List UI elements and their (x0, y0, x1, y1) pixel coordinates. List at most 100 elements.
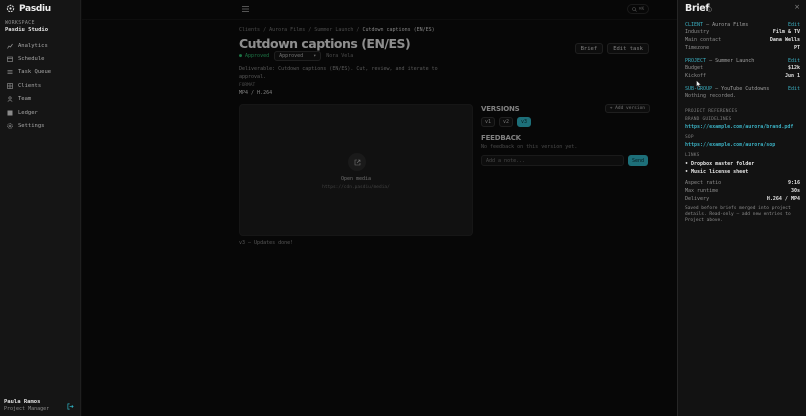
version-chip-v2[interactable]: v2 (499, 117, 513, 127)
user-profile[interactable]: Paula Ramos Project Manager (4, 399, 76, 413)
brief-row: Timezone PT (685, 44, 800, 52)
row-value: $12k (787, 65, 800, 71)
brief-row: Max runtime 30s (685, 187, 800, 195)
format-value: MP4 / H.264 (239, 90, 273, 96)
sidebar-item-label: Settings (18, 123, 45, 130)
brief-header: Brief × (685, 0, 800, 18)
version-chip-v1[interactable]: v1 (481, 117, 495, 127)
status-select[interactable]: Approved ▾ (274, 51, 322, 61)
version-chip-v3[interactable]: v3 (517, 117, 531, 127)
edit-client-link[interactable]: Edit (788, 22, 800, 28)
sop-label: SOP (685, 135, 694, 140)
note-input[interactable] (481, 155, 624, 166)
row-label: Delivery (685, 196, 710, 202)
versions-heading: VERSIONS (481, 105, 520, 113)
row-label: Industry (685, 29, 710, 35)
breadcrumb-item[interactable]: Clients (239, 27, 260, 33)
client-key: CLIENT (685, 21, 704, 28)
sidebar-item-ledger[interactable]: Ledger (0, 106, 80, 119)
sidebar-item-clients[interactable]: Clients (0, 79, 80, 92)
row-label: Timezone (685, 45, 710, 51)
breadcrumb-item[interactable]: Summer Launch (314, 27, 353, 33)
ledger-icon (7, 110, 13, 116)
external-link-icon (354, 159, 360, 165)
row-label: Main contact (685, 37, 722, 43)
format-label: FORMAT (239, 83, 256, 88)
breadcrumb-current: Cutdown captions (EN/ES) (362, 27, 435, 33)
breadcrumb-item[interactable]: Aurora Films (269, 27, 305, 33)
users-icon (7, 96, 13, 102)
logout-icon[interactable] (67, 403, 74, 410)
subgroup-section-header: SUB-GROUP — YouTube Cutdowns Edit (685, 85, 800, 92)
sidebar-item-analytics[interactable]: Analytics (0, 39, 80, 52)
row-label: Max runtime (685, 188, 719, 194)
status-select-value: Approved (279, 53, 304, 59)
edit-subgroup-link[interactable]: Edit (788, 86, 800, 92)
row-value: H.264 / MP4 (766, 196, 800, 202)
link-item[interactable]: • Dropbox master folder (685, 160, 800, 168)
brand-guidelines-link[interactable]: https://example.com/aurora/brand.pdf (685, 124, 800, 131)
row-value: Dana Wells (769, 37, 800, 43)
link-item[interactable]: • Music license sheet (685, 168, 800, 176)
brand[interactable]: Pasdiu (0, 0, 80, 17)
page-title: Cutdown captions (EN/ES) (239, 36, 411, 51)
open-media-button[interactable] (348, 153, 366, 171)
row-value: Jun 1 (784, 73, 800, 79)
version-note: v3 — Updates done! (239, 240, 294, 246)
edit-project-link[interactable]: Edit (788, 58, 800, 64)
search-button[interactable]: ⌘K (627, 4, 649, 14)
brief-panel: Brief × CLIENT — Aurora Films Edit Indus… (677, 0, 806, 416)
row-label: Budget (685, 65, 704, 71)
sop-link[interactable]: https://example.com/aurora/sop (685, 142, 800, 149)
workspace-name[interactable]: Pasdiu Studio (0, 26, 80, 37)
menu-icon[interactable] (242, 6, 249, 12)
media-url: https://cdn.pasdiu/media/ (322, 185, 390, 190)
status-badge: ● Approved (239, 53, 270, 59)
app-name: Pasdiu (19, 3, 51, 14)
project-key: PROJECT (685, 57, 707, 64)
media-preview[interactable]: Open media https://cdn.pasdiu/media/ (239, 104, 473, 236)
row-value: Film & TV (772, 29, 800, 35)
chart-icon (7, 43, 13, 49)
add-version-button[interactable]: + Add version (604, 104, 650, 113)
status-row: ● Approved Approved ▾ Nora Vela (239, 51, 353, 61)
user-role: Project Manager (4, 406, 50, 412)
sidebar-item-schedule[interactable]: Schedule (0, 52, 80, 65)
owner-name: Nora Vela (326, 53, 354, 59)
brief-row: Budget $12k (685, 64, 800, 72)
links-label: LINKS (685, 153, 700, 158)
grid-icon (7, 83, 13, 89)
client-value: — Aurora Films (706, 21, 749, 28)
sidebar-item-label: Task Queue (18, 69, 52, 76)
open-media-label[interactable]: Open media (240, 176, 472, 182)
row-value: 9:16 (787, 180, 800, 186)
close-icon[interactable]: × (794, 3, 800, 11)
search-icon (631, 6, 637, 12)
brief-row: Aspect ratio 9:16 (685, 179, 800, 187)
brand-guidelines-label: BRAND GUIDELINES (685, 117, 732, 122)
brief-row: Delivery H.264 / MP4 (685, 195, 800, 203)
client-section-header: CLIENT — Aurora Films Edit (685, 21, 800, 28)
references-label: PROJECT REFERENCES (685, 109, 738, 114)
calendar-icon (7, 56, 13, 62)
sidebar-item-label: Schedule (18, 56, 45, 63)
chevron-down-icon: ▾ (313, 53, 317, 59)
sidebar: Pasdiu WORKSPACE Pasdiu Studio Analytics… (0, 0, 81, 416)
subgroup-value: — YouTube Cutdowns (715, 85, 770, 92)
project-section-header: PROJECT — Summer Launch Edit (685, 57, 800, 64)
sidebar-item-settings[interactable]: Settings (0, 119, 80, 132)
sidebar-item-team[interactable]: Team (0, 93, 80, 106)
row-value: PT (793, 45, 800, 51)
row-label: Kickoff (685, 73, 707, 79)
sidebar-item-task-queue[interactable]: Task Queue (0, 66, 80, 79)
project-value: — Summer Launch (709, 57, 755, 64)
brief-row: Kickoff Jun 1 (685, 72, 800, 80)
list-icon (7, 70, 13, 75)
edit-task-button[interactable]: Edit task (607, 43, 649, 54)
send-button[interactable]: Send (628, 155, 648, 166)
brief-button[interactable]: Brief (574, 43, 604, 54)
row-label: Aspect ratio (685, 180, 722, 186)
brief-footnote: Saved before briefs merged into project … (685, 206, 791, 223)
sidebar-item-label: Analytics (18, 42, 48, 49)
info-icon[interactable] (707, 7, 712, 12)
